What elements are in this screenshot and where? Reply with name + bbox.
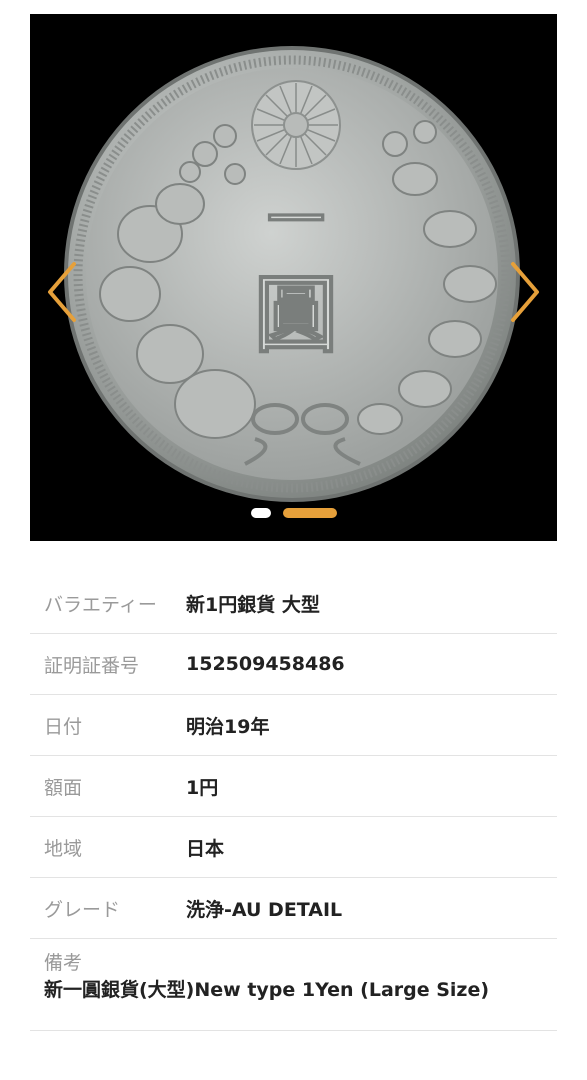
previous-image-button[interactable] — [44, 260, 80, 324]
detail-row-region: 地域 日本 — [30, 817, 557, 878]
detail-value: 日本 — [186, 837, 225, 860]
detail-value: 新1円銀貨 大型 — [186, 593, 320, 616]
detail-label: 備考 — [44, 952, 83, 974]
pagination-dot-2-active[interactable] — [282, 508, 337, 518]
coin-character-yen: 圓 — [254, 265, 338, 364]
detail-value: 洗浄-AU DETAIL — [186, 898, 343, 921]
detail-row-notes: 備考 新一圓銀貨(大型)New type 1Yen (Large Size) — [30, 939, 557, 1031]
gallery-pagination — [30, 508, 557, 520]
detail-value: 新一圓銀貨(大型)New type 1Yen (Large Size) — [44, 979, 490, 1001]
chevron-right-icon — [511, 262, 539, 322]
detail-label: 額面 — [44, 776, 83, 799]
detail-label: 日付 — [44, 715, 83, 738]
detail-value: 1円 — [186, 776, 219, 799]
detail-value: 明治19年 — [186, 715, 270, 738]
detail-label: グレード — [44, 898, 121, 921]
coin-image[interactable]: 一 圓 — [30, 14, 557, 541]
detail-label: 証明証番号 — [44, 654, 140, 677]
detail-label: 地域 — [44, 837, 83, 860]
chrysanthemum-emblem — [251, 80, 341, 170]
coin-character-one: 一 — [267, 186, 325, 254]
detail-row-variety: バラエティー 新1円銀貨 大型 — [30, 573, 557, 634]
detail-row-date: 日付 明治19年 — [30, 695, 557, 756]
coin-details-table: バラエティー 新1円銀貨 大型 証明証番号 152509458486 日付 明治… — [30, 573, 557, 1031]
detail-row-denomination: 額面 1円 — [30, 756, 557, 817]
detail-row-grade: グレード 洗浄-AU DETAIL — [30, 878, 557, 939]
detail-label: バラエティー — [44, 593, 157, 616]
image-gallery[interactable]: 一 圓 — [30, 14, 557, 541]
detail-row-certificate-number: 証明証番号 152509458486 — [30, 634, 557, 695]
chevron-left-icon — [48, 262, 76, 322]
next-image-button[interactable] — [507, 260, 543, 324]
detail-value: 152509458486 — [186, 653, 345, 675]
pagination-dot-1[interactable] — [250, 508, 271, 518]
